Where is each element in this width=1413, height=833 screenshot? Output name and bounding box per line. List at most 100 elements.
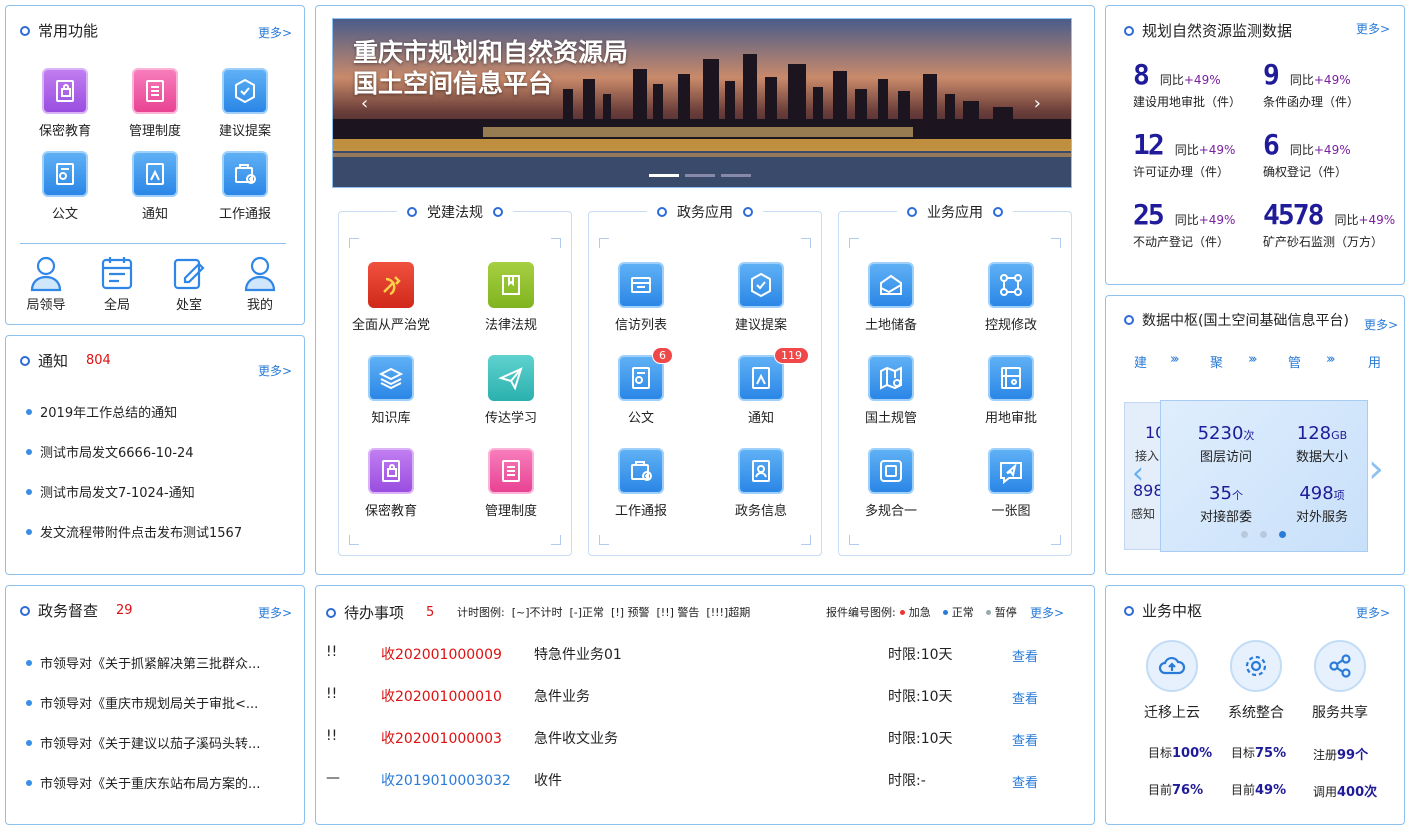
management-system-icon xyxy=(132,68,178,114)
stat-mineral: 4578 同比+49% 矿产砂石监测（万方） xyxy=(1263,198,1396,249)
hub-metric: 目标100% xyxy=(1148,746,1213,761)
case-code[interactable]: 收202001000009 xyxy=(381,644,502,664)
list-item[interactable]: 市领导对《关于建议以茄子溪码头转... xyxy=(26,733,260,752)
layers-icon xyxy=(868,448,914,494)
tile-secret-education[interactable]: 保密教育 xyxy=(20,68,110,139)
more-link[interactable]: 更多> xyxy=(258,362,292,379)
app-land-approval[interactable]: 用地审批 xyxy=(966,355,1056,426)
gear-icon xyxy=(1230,640,1282,692)
list-item[interactable]: 测试市局发文6666-10-24 xyxy=(26,442,194,461)
leader-icon xyxy=(28,254,64,292)
person-mine[interactable]: 我的 xyxy=(215,254,305,313)
table-row[interactable]: !! 收202001000010 急件业务 时限:10天 查看 xyxy=(326,686,1084,707)
app-secret-education[interactable]: 保密教育 xyxy=(346,448,436,519)
app-flow[interactable]: 控规修改 xyxy=(966,262,1056,333)
app-party[interactable]: 全面从严治党 xyxy=(346,262,436,333)
app-group-business: 业务应用 土地储备 控规修改 国土规管 用地审批 多规合一 一张图 xyxy=(838,202,1072,556)
app-multi-plan[interactable]: 多规合一 xyxy=(846,448,936,519)
suggestion-icon xyxy=(222,68,268,114)
tile-management-system[interactable]: 管理制度 xyxy=(110,68,200,139)
banner[interactable]: 重庆市规划和自然资源局 国土空间信息平台 ‹ › xyxy=(332,18,1072,188)
list-item[interactable]: 市领导对《关于重庆东站布局方案的... xyxy=(26,773,260,792)
app-group-government: 政务应用 信访列表 建议提案 公文 6 通知 119 工作通报 政务信息 xyxy=(588,202,822,556)
hub-item-share[interactable]: 服务共享 xyxy=(1310,640,1370,722)
hub-metric: 目前76% xyxy=(1148,783,1204,798)
cloud-upload-icon xyxy=(1146,640,1198,692)
view-link[interactable]: 查看 xyxy=(1012,730,1038,749)
view-link[interactable]: 查看 xyxy=(1012,646,1038,665)
app-petition[interactable]: 信访列表 xyxy=(596,262,686,333)
group-title: 业务应用 xyxy=(927,205,983,221)
app-group-party: 党建法规 全面从严治党 法律法规 知识库 传达学习 保密教育 管理制度 xyxy=(338,202,572,556)
more-link[interactable]: 更多> xyxy=(258,604,292,621)
app-suggestion[interactable]: 建议提案 xyxy=(716,262,806,333)
view-link[interactable]: 查看 xyxy=(1012,772,1038,791)
app-one-map[interactable]: 一张图 xyxy=(966,448,1056,519)
hub-metric: 目标75% xyxy=(1231,746,1287,761)
calendar-icon xyxy=(99,254,135,292)
app-notice[interactable]: 通知 119 xyxy=(716,347,809,426)
app-study[interactable]: 传达学习 xyxy=(466,355,556,426)
tile-notice[interactable]: 通知 xyxy=(110,151,200,222)
stat-layer-access: 5230次 图层访问 xyxy=(1197,423,1255,465)
pager-dot-active[interactable] xyxy=(649,174,679,177)
pager-dot[interactable] xyxy=(685,174,715,177)
case-code[interactable]: 收202001000010 xyxy=(381,686,502,706)
divider xyxy=(20,243,286,244)
more-link[interactable]: 更多> xyxy=(258,24,292,41)
app-land-reserve[interactable]: 土地储备 xyxy=(846,262,936,333)
notice-panel: 通知 804 更多> 2019年工作总结的通知 测试市局发文6666-10-24 … xyxy=(5,335,305,575)
timer-mark: !! xyxy=(326,644,338,660)
stat-ministries: 35个 对接部委 xyxy=(1199,483,1252,525)
work-report-icon xyxy=(222,151,268,197)
more-link[interactable]: 更多> xyxy=(1356,604,1390,621)
case-code[interactable]: 收202001000003 xyxy=(381,728,502,748)
business-panel: 业务中枢 更多> 迁移上云 系统整合 服务共享 目标100% 目标75% 注册9… xyxy=(1105,585,1405,825)
banner-prev-arrow[interactable]: ‹ xyxy=(361,93,368,114)
app-knowledge[interactable]: 知识库 xyxy=(346,355,436,426)
more-link[interactable]: 更多> xyxy=(1356,20,1390,37)
carousel-next-arrow[interactable]: › xyxy=(1368,446,1384,492)
list-item[interactable]: 测试市局发文7-1024-通知 xyxy=(26,482,195,501)
stat-external-services: 498项 对外服务 xyxy=(1295,483,1348,525)
view-link[interactable]: 查看 xyxy=(1012,688,1038,707)
stat-real-estate: 25 同比+49% 不动产登记（件） xyxy=(1133,198,1236,249)
banner-title: 重庆市规划和自然资源局 国土空间信息平台 xyxy=(353,38,629,98)
app-gov-info[interactable]: 政务信息 xyxy=(716,448,806,519)
table-row[interactable]: — 收2019010003032 收件 时限:- 查看 xyxy=(326,770,1084,791)
gov-info-icon xyxy=(738,448,784,494)
datahub-panel: 数据中枢(国土空间基础信息平台) 更多> 建 ››› 聚 ››› 管 ››› 用… xyxy=(1105,295,1405,575)
case-code[interactable]: 收2019010003032 xyxy=(381,770,511,790)
app-work-report[interactable]: 工作通报 xyxy=(596,448,686,519)
hub-item-cloud[interactable]: 迁移上云 xyxy=(1142,640,1202,722)
list-item[interactable]: 发文流程带附件点击发布测试1567 xyxy=(26,522,242,541)
more-link[interactable]: 更多> xyxy=(1364,316,1398,333)
tile-document[interactable]: 公文 xyxy=(20,151,110,222)
carousel-dot xyxy=(1241,531,1248,538)
more-link[interactable]: 更多> xyxy=(1030,604,1064,621)
app-document[interactable]: 公文 6 xyxy=(596,347,686,426)
app-management-system[interactable]: 管理制度 xyxy=(466,448,556,519)
carousel-prev-arrow[interactable]: ‹ xyxy=(1132,456,1144,491)
supervision-panel: 政务督查 29 更多> 市领导对《关于抓紧解决第三批群众... 市领导对《重庆市规… xyxy=(5,585,305,825)
paper-plane-icon xyxy=(488,355,534,401)
edit-icon xyxy=(171,254,207,292)
todo-panel: 待办事项 5 计时图例: [~]不计时 [-]正常 [!] 预警 [!!] 警告 … xyxy=(315,585,1095,825)
app-law[interactable]: 法律法规 xyxy=(466,262,556,333)
tile-suggestion[interactable]: 建议提案 xyxy=(200,68,290,139)
stat-license: 12 同比+49% 许可证办理（件） xyxy=(1133,128,1236,179)
carousel-dots[interactable] xyxy=(1241,531,1286,538)
table-row[interactable]: !! 收202001000009 特急件业务01 时限:10天 查看 xyxy=(326,644,1084,665)
app-land-planning[interactable]: 国土规管 xyxy=(846,355,936,426)
pager-dot[interactable] xyxy=(721,174,751,177)
chevrons-icon: ››› xyxy=(1326,352,1335,367)
document-icon xyxy=(42,151,88,197)
banner-pager[interactable] xyxy=(649,174,751,177)
list-item[interactable]: 市领导对《关于抓紧解决第三批群众... xyxy=(26,653,260,672)
list-item[interactable]: 2019年工作总结的通知 xyxy=(26,402,177,421)
list-item[interactable]: 市领导对《重庆市规划局关于审批<... xyxy=(26,693,258,712)
hub-item-integration[interactable]: 系统整合 xyxy=(1226,640,1286,722)
tile-work-report[interactable]: 工作通报 xyxy=(200,151,290,222)
banner-next-arrow[interactable]: › xyxy=(1034,93,1041,114)
table-row[interactable]: !! 收202001000003 急件收文业务 时限:10天 查看 xyxy=(326,728,1084,749)
